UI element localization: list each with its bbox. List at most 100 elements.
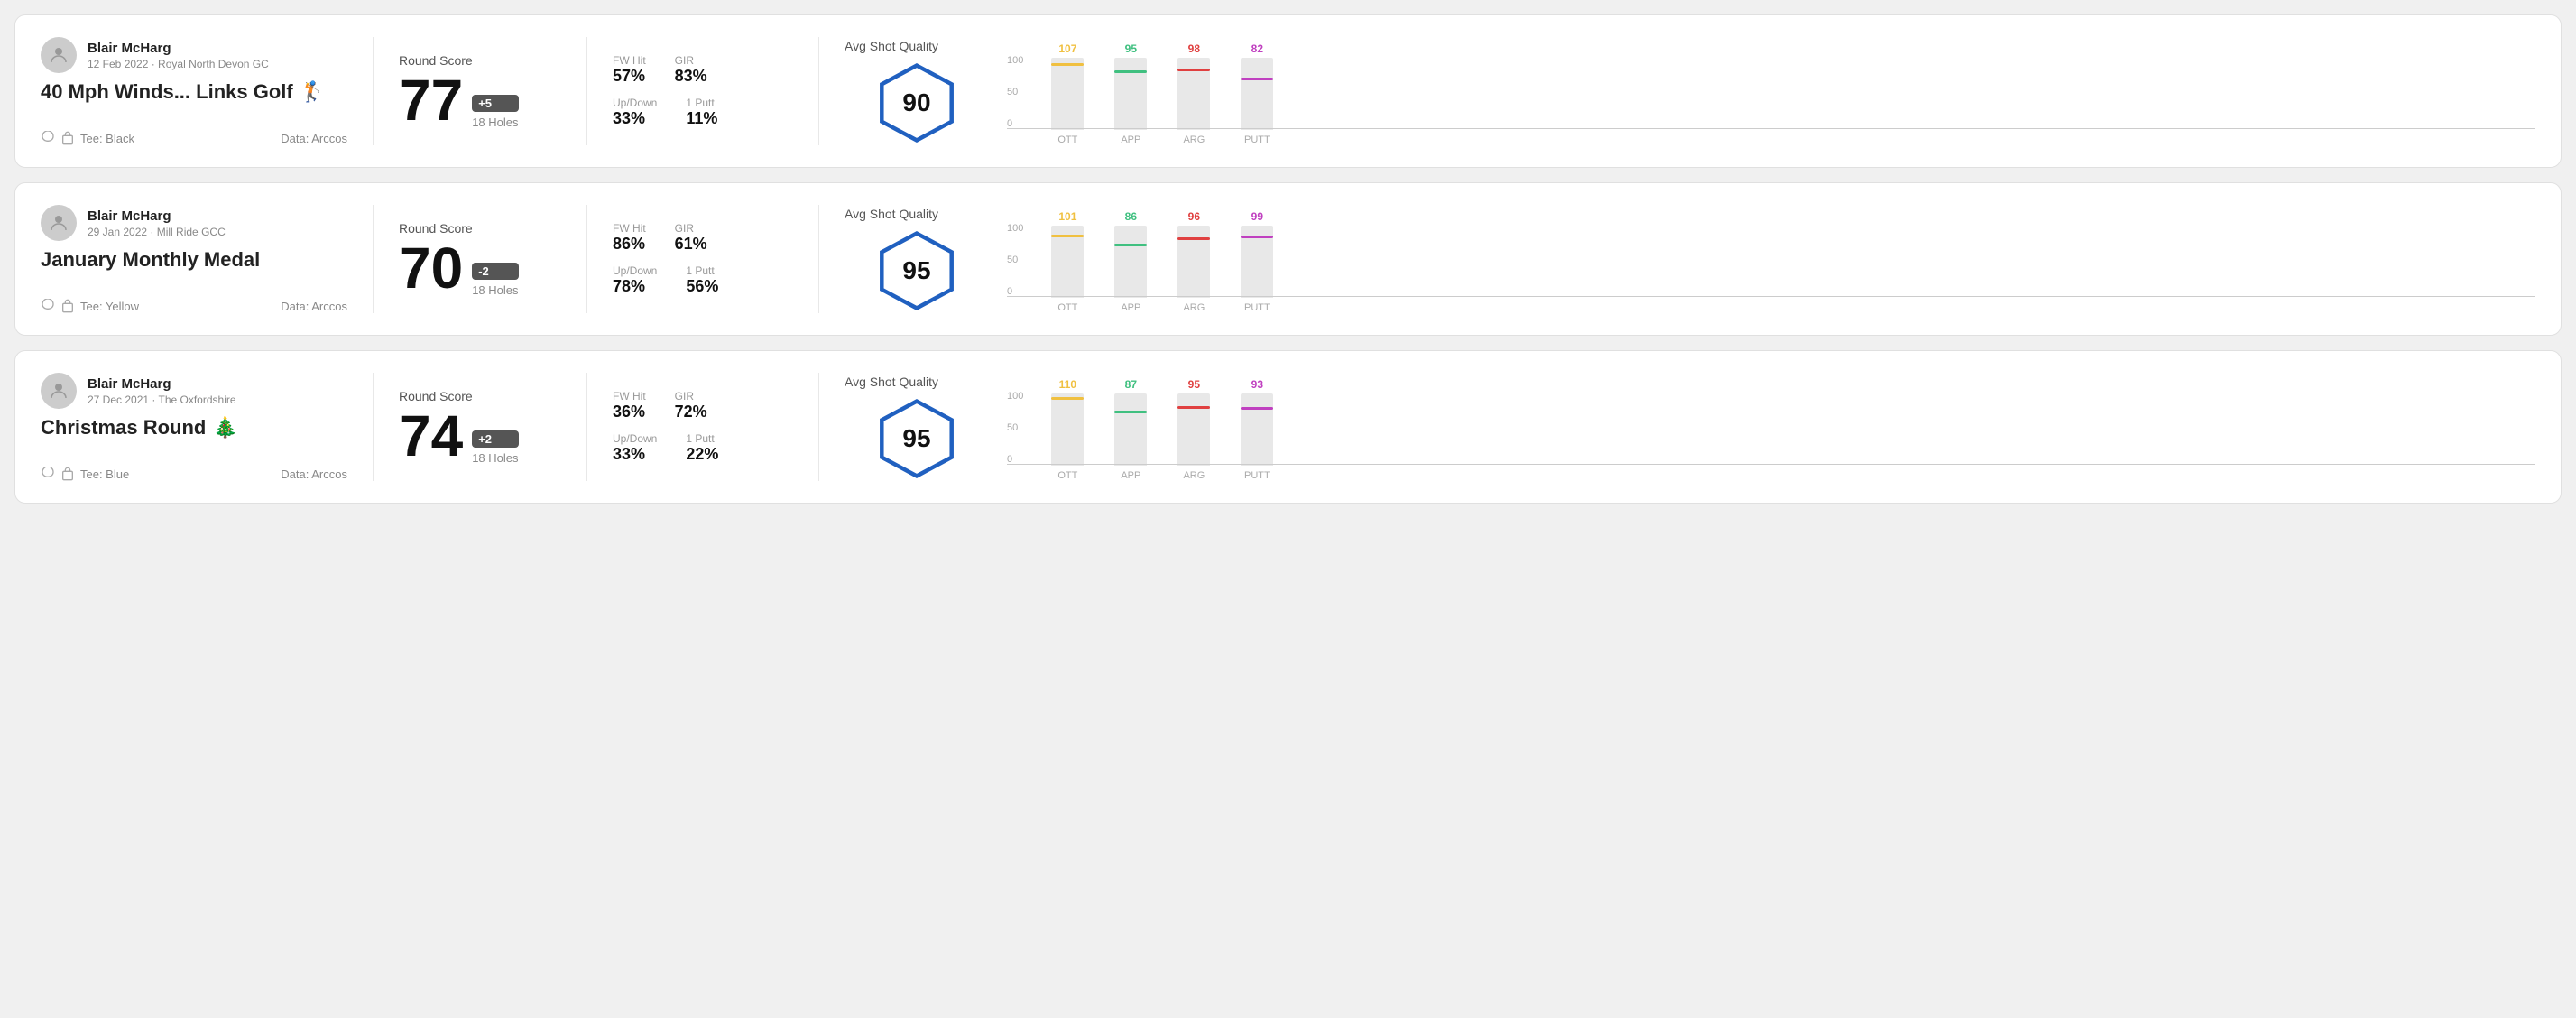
hexagon-container: 95 (876, 230, 957, 311)
round-card-round1: Blair McHarg 12 Feb 2022 · Royal North D… (14, 14, 2562, 168)
chart-bar-ott: 110 OTT (1045, 373, 1090, 481)
divider2 (586, 37, 587, 145)
chart-bar-arg: 98 ARG (1171, 37, 1216, 145)
round-footer: Tee: Black Data: Arccos (41, 131, 347, 145)
score-holes: 18 Holes (472, 451, 518, 465)
one-putt-stat: 1 Putt 11% (686, 97, 717, 128)
data-source: Data: Arccos (281, 300, 347, 313)
chart-area: 100 50 0 101 OTT 86 APP 96 (1007, 205, 2535, 313)
weather-icon (41, 467, 55, 481)
tee-info: Tee: Black (41, 131, 134, 145)
fw-hit-stat: FW Hit 86% (613, 222, 646, 254)
section-stats: FW Hit 57% GIR 83% Up/Down 33% 1 Putt (613, 37, 793, 145)
score-label: Round Score (399, 53, 561, 68)
bag-icon (60, 467, 75, 481)
round-card-round3: Blair McHarg 27 Dec 2021 · The Oxfordshi… (14, 350, 2562, 504)
player-date: 12 Feb 2022 · Royal North Devon GC (88, 58, 269, 70)
player-date: 27 Dec 2021 · The Oxfordshire (88, 393, 236, 406)
divider (373, 373, 374, 481)
chart-y-axis: 100 50 0 (1007, 55, 1023, 145)
player-name: Blair McHarg (88, 41, 269, 56)
player-info: Blair McHarg 12 Feb 2022 · Royal North D… (41, 37, 347, 73)
one-putt-stat: 1 Putt 22% (686, 432, 718, 464)
section-quality: Avg Shot Quality 95 (845, 373, 989, 481)
chart-bar-ott: 107 OTT (1045, 37, 1090, 145)
section-score: Round Score 74 +2 18 Holes (399, 373, 561, 481)
score-label: Round Score (399, 221, 561, 236)
avatar (41, 373, 77, 409)
divider (373, 37, 374, 145)
section-player-info: Blair McHarg 27 Dec 2021 · The Oxfordshi… (41, 373, 347, 481)
section-player-info: Blair McHarg 12 Feb 2022 · Royal North D… (41, 37, 347, 145)
player-info: Blair McHarg 29 Jan 2022 · Mill Ride GCC (41, 205, 347, 241)
score-value: 74 (399, 407, 463, 465)
fw-hit-stat: FW Hit 57% (613, 54, 646, 86)
section-stats: FW Hit 86% GIR 61% Up/Down 78% 1 Putt (613, 205, 793, 313)
round-title: 40 Mph Winds... Links Golf 🏌️ (41, 80, 347, 104)
section-stats: FW Hit 36% GIR 72% Up/Down 33% 1 Putt (613, 373, 793, 481)
score-diff-badge: +2 (472, 430, 518, 448)
divider2 (586, 205, 587, 313)
chart-bar-putt: 99 PUTT (1234, 205, 1279, 313)
player-info: Blair McHarg 27 Dec 2021 · The Oxfordshi… (41, 373, 347, 409)
score-label: Round Score (399, 389, 561, 403)
score-value: 77 (399, 71, 463, 129)
score-value: 70 (399, 239, 463, 297)
round-footer: Tee: Yellow Data: Arccos (41, 299, 347, 313)
chart-baseline (1007, 128, 2535, 129)
divider3 (818, 373, 819, 481)
chart-bar-putt: 82 PUTT (1234, 37, 1279, 145)
tee-label: Tee: Black (80, 132, 134, 145)
hexagon-container: 90 (876, 62, 957, 143)
score-diff-badge: +5 (472, 95, 518, 112)
tee-info: Tee: Yellow (41, 299, 139, 313)
gir-stat: GIR 83% (675, 54, 707, 86)
one-putt-stat: 1 Putt 56% (686, 264, 718, 296)
data-source: Data: Arccos (281, 132, 347, 145)
section-chart: 100 50 0 101 OTT 86 APP 96 (989, 205, 2535, 313)
section-score: Round Score 77 +5 18 Holes (399, 37, 561, 145)
divider (373, 205, 374, 313)
quality-label: Avg Shot Quality (845, 207, 938, 221)
round-title: January Monthly Medal (41, 248, 347, 272)
section-chart: 100 50 0 107 OTT 95 APP 98 (989, 37, 2535, 145)
round-footer: Tee: Blue Data: Arccos (41, 467, 347, 481)
score-holes: 18 Holes (472, 116, 518, 129)
round-title: Christmas Round 🎄 (41, 416, 347, 440)
section-player-info: Blair McHarg 29 Jan 2022 · Mill Ride GCC… (41, 205, 347, 313)
round-card-round2: Blair McHarg 29 Jan 2022 · Mill Ride GCC… (14, 182, 2562, 336)
gir-stat: GIR 61% (675, 222, 707, 254)
up-down-stat: Up/Down 33% (613, 97, 657, 128)
player-name: Blair McHarg (88, 208, 226, 224)
section-quality: Avg Shot Quality 90 (845, 37, 989, 145)
tee-info: Tee: Blue (41, 467, 129, 481)
player-date: 29 Jan 2022 · Mill Ride GCC (88, 226, 226, 238)
avatar (41, 205, 77, 241)
data-source: Data: Arccos (281, 467, 347, 481)
chart-bar-app: 86 APP (1108, 205, 1153, 313)
chart-baseline (1007, 464, 2535, 465)
score-holes: 18 Holes (472, 283, 518, 297)
player-name: Blair McHarg (88, 376, 236, 392)
chart-y-axis: 100 50 0 (1007, 223, 1023, 313)
chart-y-axis: 100 50 0 (1007, 391, 1023, 481)
quality-score: 90 (902, 88, 930, 117)
quality-label: Avg Shot Quality (845, 39, 938, 53)
divider3 (818, 205, 819, 313)
chart-bar-app: 87 APP (1108, 373, 1153, 481)
divider2 (586, 373, 587, 481)
chart-bar-ott: 101 OTT (1045, 205, 1090, 313)
score-diff-badge: -2 (472, 263, 518, 280)
tee-label: Tee: Yellow (80, 300, 139, 313)
chart-baseline (1007, 296, 2535, 297)
section-chart: 100 50 0 110 OTT 87 APP 95 (989, 373, 2535, 481)
tee-label: Tee: Blue (80, 467, 129, 481)
chart-bar-app: 95 APP (1108, 37, 1153, 145)
bag-icon (60, 299, 75, 313)
avatar (41, 37, 77, 73)
chart-area: 100 50 0 110 OTT 87 APP 95 (1007, 373, 2535, 481)
fw-hit-stat: FW Hit 36% (613, 390, 646, 421)
bag-icon (60, 131, 75, 145)
divider3 (818, 37, 819, 145)
weather-icon (41, 299, 55, 313)
